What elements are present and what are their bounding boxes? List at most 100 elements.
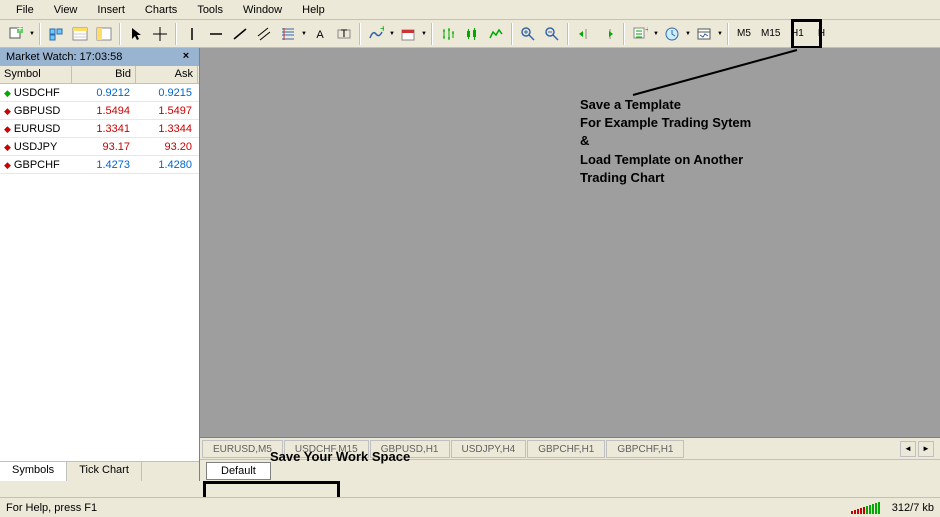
- market-watch-row[interactable]: EURUSD 1.33411.3344: [0, 120, 199, 138]
- svg-text:A: A: [316, 29, 324, 41]
- chart-tab[interactable]: GBPCHF,H1: [606, 440, 684, 458]
- bid-value: 1.4273: [72, 157, 136, 173]
- column-bid[interactable]: Bid: [72, 66, 136, 83]
- text-label-button[interactable]: T: [332, 22, 356, 46]
- bid-value: 93.17: [72, 139, 136, 155]
- chart-area: Save a Template For Example Trading Syte…: [200, 48, 940, 481]
- bid-value: 1.3341: [72, 121, 136, 137]
- svg-text:+: +: [17, 26, 23, 35]
- svg-text:T: T: [341, 28, 348, 40]
- column-symbol[interactable]: Symbol: [0, 66, 72, 83]
- ask-value: 0.9215: [136, 85, 198, 101]
- scroll-right-button[interactable]: ►: [918, 441, 934, 457]
- ask-value: 1.3344: [136, 121, 198, 137]
- market-watch-columns: Symbol Bid Ask: [0, 66, 199, 84]
- chart-tab[interactable]: USDJPY,H4: [451, 440, 527, 458]
- ask-value: 1.5497: [136, 103, 198, 119]
- ask-value: 93.20: [136, 139, 198, 155]
- dropdown-icon[interactable]: ▼: [388, 22, 396, 46]
- annotation-template-text: Save a Template For Example Trading Syte…: [580, 96, 751, 187]
- market-watch-title: Market Watch: 17:03:58: [6, 51, 179, 63]
- dropdown-icon[interactable]: ▼: [652, 22, 660, 46]
- annotation-workspace-text: Save Your Work Space: [270, 448, 410, 466]
- annotation-highlight-templates: [791, 19, 822, 49]
- market-watch-header: Market Watch: 17:03:58 ×: [0, 48, 199, 66]
- dropdown-icon[interactable]: ▼: [420, 22, 428, 46]
- menu-insert[interactable]: Insert: [87, 2, 135, 17]
- trendline-button[interactable]: [228, 22, 252, 46]
- navigator-button[interactable]: [92, 22, 116, 46]
- indicators-button[interactable]: +: [364, 22, 388, 46]
- cursor-button[interactable]: [124, 22, 148, 46]
- market-watch-table: Symbol Bid Ask USDCHF 0.92120.9215 GBPUSD 1…: [0, 66, 199, 461]
- menu-bar: File View Insert Charts Tools Window Hel…: [0, 0, 940, 20]
- menu-view[interactable]: View: [44, 2, 88, 17]
- direction-icon: [4, 159, 11, 171]
- periods-button[interactable]: [660, 22, 684, 46]
- status-traffic: 312/7 kb: [892, 502, 934, 514]
- column-ask[interactable]: Ask: [136, 66, 198, 83]
- new-chart-button[interactable]: +: [4, 22, 28, 46]
- workspace: Market Watch: 17:03:58 × Symbol Bid Ask …: [0, 48, 940, 481]
- zoom-in-button[interactable]: [516, 22, 540, 46]
- dropdown-icon[interactable]: ▼: [28, 22, 36, 46]
- connection-signal-icon: [851, 502, 880, 514]
- menu-tools[interactable]: Tools: [187, 2, 233, 17]
- auto-scroll-button[interactable]: [572, 22, 596, 46]
- zoom-out-button[interactable]: [540, 22, 564, 46]
- fibonacci-button[interactable]: [276, 22, 300, 46]
- status-bar: For Help, press F1 312/7 kb: [0, 497, 940, 517]
- symbol-name: USDCHF: [14, 87, 60, 99]
- svg-text:+: +: [380, 26, 384, 35]
- timeframe-m15[interactable]: M15: [756, 23, 785, 45]
- text-button[interactable]: A: [308, 22, 332, 46]
- symbol-name: EURUSD: [14, 123, 60, 135]
- market-watch-row[interactable]: GBPUSD 1.54941.5497: [0, 102, 199, 120]
- menu-help[interactable]: Help: [292, 2, 335, 17]
- profile-default[interactable]: Default: [206, 462, 271, 480]
- bid-value: 0.9212: [72, 85, 136, 101]
- status-help-text: For Help, press F1: [6, 502, 206, 514]
- bar-chart-button[interactable]: [436, 22, 460, 46]
- market-watch-row[interactable]: USDJPY 93.1793.20: [0, 138, 199, 156]
- market-watch-row[interactable]: GBPCHF 1.42731.4280: [0, 156, 199, 174]
- dropdown-icon[interactable]: ▼: [716, 22, 724, 46]
- direction-icon: [4, 141, 11, 153]
- tab-tick-chart[interactable]: Tick Chart: [67, 462, 142, 481]
- bid-value: 1.5494: [72, 103, 136, 119]
- chart-shift-button[interactable]: [596, 22, 620, 46]
- menu-file[interactable]: File: [6, 2, 44, 17]
- timeframe-m5[interactable]: M5: [732, 23, 756, 45]
- menu-charts[interactable]: Charts: [135, 2, 187, 17]
- direction-icon: [4, 123, 11, 135]
- symbol-name: GBPCHF: [14, 159, 60, 171]
- scroll-left-button[interactable]: ◄: [900, 441, 916, 457]
- dropdown-icon[interactable]: ▼: [684, 22, 692, 46]
- symbol-name: USDJPY: [14, 141, 57, 153]
- close-icon[interactable]: ×: [179, 50, 193, 64]
- menu-window[interactable]: Window: [233, 2, 292, 17]
- chart-tab[interactable]: GBPCHF,H1: [527, 440, 605, 458]
- indicators-list-button[interactable]: +: [628, 22, 652, 46]
- templates-button[interactable]: [692, 22, 716, 46]
- market-watch-tabs: Symbols Tick Chart: [0, 461, 199, 481]
- horizontal-line-button[interactable]: [204, 22, 228, 46]
- line-chart-button[interactable]: [484, 22, 508, 46]
- channel-button[interactable]: [252, 22, 276, 46]
- market-watch-button[interactable]: [68, 22, 92, 46]
- direction-icon: [4, 105, 11, 117]
- vertical-line-button[interactable]: [180, 22, 204, 46]
- direction-icon: [4, 87, 11, 99]
- tab-symbols[interactable]: Symbols: [0, 462, 67, 481]
- market-watch-panel: Market Watch: 17:03:58 × Symbol Bid Ask …: [0, 48, 200, 481]
- dropdown-icon[interactable]: ▼: [300, 22, 308, 46]
- profiles-button[interactable]: [44, 22, 68, 46]
- periodicity-button[interactable]: [396, 22, 420, 46]
- market-watch-row[interactable]: USDCHF 0.92120.9215: [0, 84, 199, 102]
- symbol-name: GBPUSD: [14, 105, 60, 117]
- svg-text:+: +: [645, 26, 648, 36]
- crosshair-button[interactable]: [148, 22, 172, 46]
- chart-canvas[interactable]: Save a Template For Example Trading Syte…: [200, 48, 940, 437]
- candle-chart-button[interactable]: [460, 22, 484, 46]
- ask-value: 1.4280: [136, 157, 198, 173]
